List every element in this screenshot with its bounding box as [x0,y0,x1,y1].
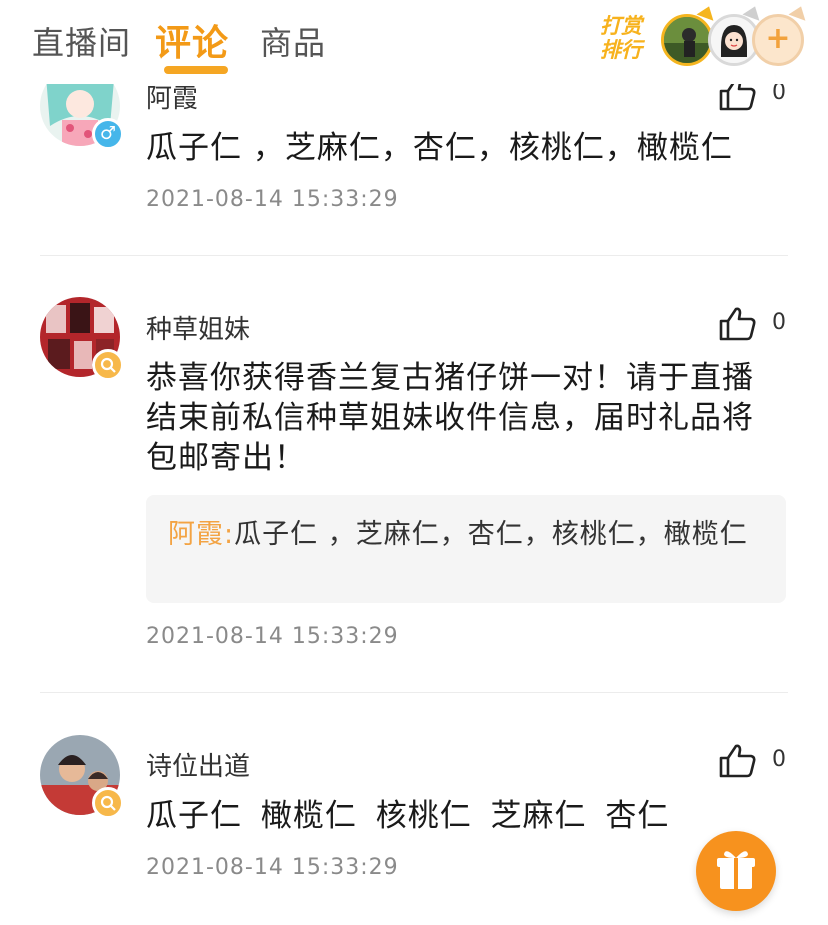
tab-comments[interactable]: 评论 [155,14,229,66]
divider [40,255,788,256]
comment-text: 恭喜你获得香兰复古猪仔饼一对！请于直播结束前私信种草姐妹收件信息，届时礼品将包邮… [146,360,754,476]
active-tab-indicator [164,66,228,74]
comment-author: 诗位出道 [146,752,251,782]
thumbs-up-icon[interactable] [718,743,758,779]
comment-timestamp: 2021-08-14 15:33:29 [146,624,399,649]
gift-button[interactable] [696,831,776,911]
tab-live-room[interactable]: 直播间 [32,18,131,64]
comment-text: 瓜子仁 ，芝麻仁，杏仁，核桃仁，橄榄仁 [146,130,733,166]
top-tipper-avatar-1[interactable] [661,14,713,66]
divider [40,692,788,693]
comment-author: 种草姐妹 [146,315,251,345]
comment-text: 瓜子仁 橄榄仁 核桃仁 芝麻仁 杏仁 [146,798,670,834]
gift-icon [717,851,755,889]
avatar[interactable] [40,297,124,381]
search-badge-icon [92,349,124,381]
like-count: 0 [772,310,786,335]
thumbs-up-icon[interactable] [718,306,758,342]
like-count: 0 [772,747,786,772]
tab-goods[interactable]: 商品 [260,18,326,64]
quoted-reply: 阿霞:瓜子仁 ，芝麻仁，杏仁，核桃仁，橄榄仁 [146,495,786,603]
reward-ranking-button[interactable]: 打赏排行 [590,14,652,62]
quoted-reply-content: 阿霞:瓜子仁 ，芝麻仁，杏仁，核桃仁，橄榄仁 [168,517,762,553]
quoted-text: 瓜子仁 ，芝麻仁，杏仁，核桃仁，橄榄仁 [234,519,748,550]
search-badge-icon [92,787,124,819]
comment-timestamp: 2021-08-14 15:33:29 [146,855,399,880]
avatar[interactable] [40,735,124,819]
quoted-author[interactable]: 阿霞: [168,519,234,550]
add-tipper-button[interactable]: + [752,14,804,66]
top-tab-bar: 直播间 评论 商品 打赏排行 + [0,0,828,84]
male-gender-icon: ♂ [92,118,124,150]
comment-timestamp: 2021-08-14 15:33:29 [146,187,399,212]
